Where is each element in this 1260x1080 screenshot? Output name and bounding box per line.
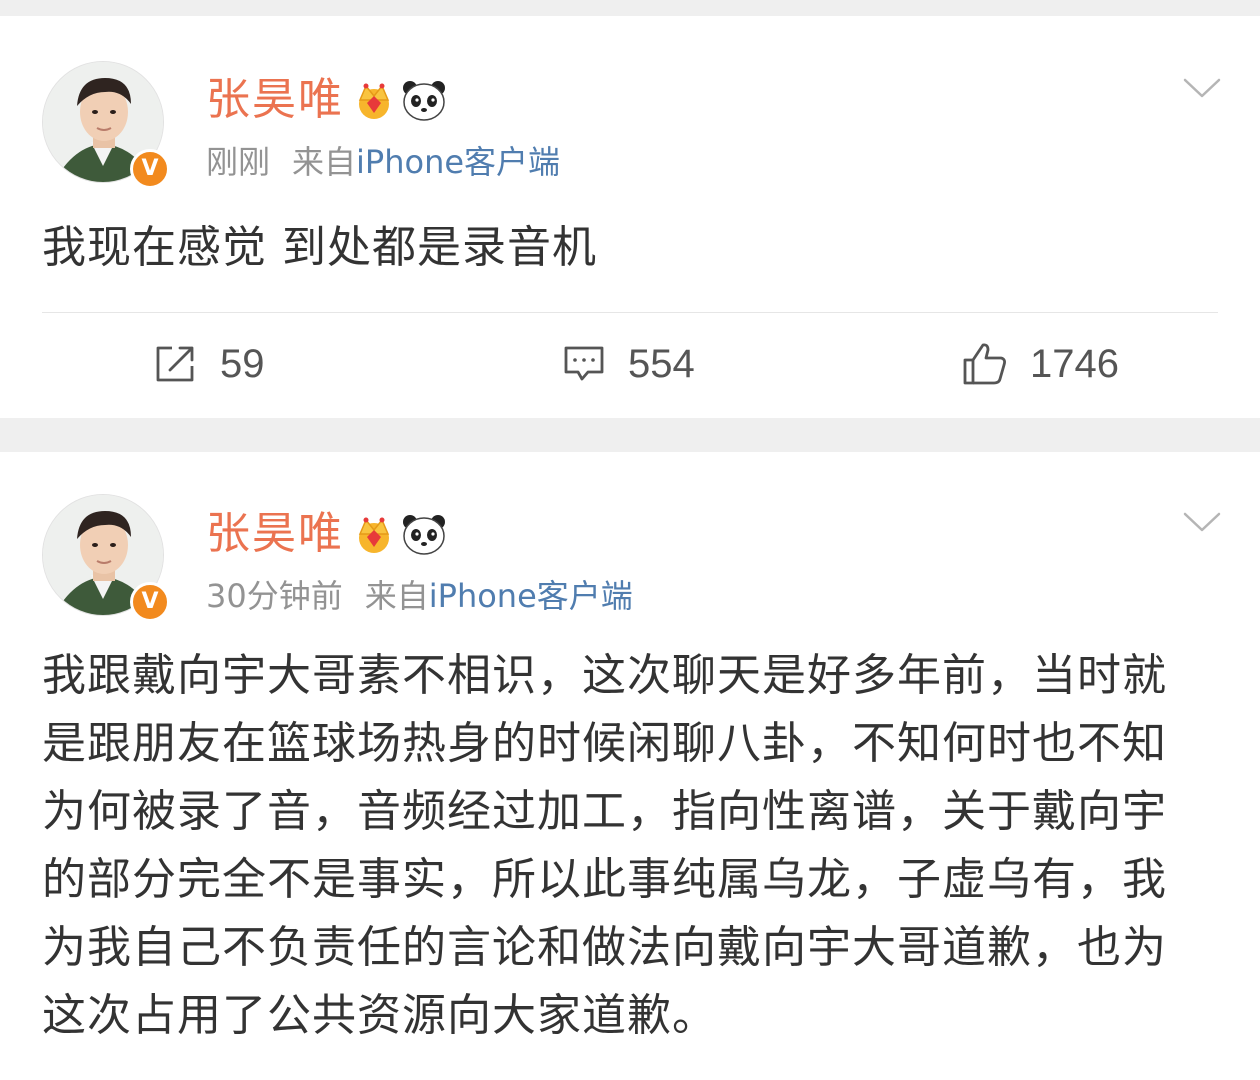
source-link[interactable]: iPhone客户端: [356, 143, 560, 181]
crown-icon: [358, 517, 390, 553]
post-card: V 张昊唯 30分钟前 来自iPhone客户端 我跟戴向宇大哥素不相识，这次聊天…: [0, 452, 1260, 1080]
author-name[interactable]: 张昊唯: [206, 74, 344, 126]
chevron-down-icon[interactable]: [1182, 76, 1222, 100]
post-text: 我跟戴向宇大哥素不相识，这次聊天是好多年前，当时就是跟朋友在篮球场热身的时候闲聊…: [42, 650, 1167, 1041]
like-icon: [963, 343, 1006, 385]
source-link[interactable]: iPhone客户端: [429, 577, 633, 615]
author-name[interactable]: 张昊唯: [206, 508, 344, 560]
action-bar: 59 554 1746: [0, 334, 1260, 394]
post-meta: 30分钟前 来自iPhone客户端: [206, 576, 633, 616]
source-prefix: 来自: [364, 577, 429, 615]
avatar[interactable]: V: [42, 61, 170, 189]
chevron-down-icon[interactable]: [1182, 510, 1222, 534]
avatar[interactable]: V: [42, 494, 170, 622]
post-meta: 刚刚 来自iPhone客户端: [206, 142, 560, 182]
divider: [42, 312, 1218, 313]
comment-button[interactable]: 554: [562, 334, 695, 394]
repost-icon: [156, 346, 194, 382]
panda-icon: [403, 81, 445, 121]
like-count: 1746: [1030, 341, 1119, 386]
verified-badge-icon: V: [130, 582, 170, 622]
post-time: 刚刚: [206, 143, 271, 181]
post-time: 30分钟前: [206, 577, 343, 615]
comment-icon: [564, 346, 604, 381]
repost-count: 59: [220, 341, 265, 386]
post-text: 我现在感觉 到处都是录音机: [42, 222, 597, 273]
crown-icon: [358, 83, 390, 119]
repost-button[interactable]: 59: [154, 334, 265, 394]
weibo-feed: V 张昊唯 刚刚 来自iPhone客户端 我现在感觉 到处都是录音机 59 55…: [0, 0, 1260, 1080]
panda-icon: [403, 515, 445, 555]
comment-count: 554: [628, 341, 695, 386]
source-prefix: 来自: [292, 143, 357, 181]
post-card: V 张昊唯 刚刚 来自iPhone客户端 我现在感觉 到处都是录音机 59 55…: [0, 16, 1260, 418]
name-badges: [358, 81, 445, 121]
name-badges: [358, 515, 445, 555]
like-button[interactable]: 1746: [962, 334, 1119, 394]
verified-badge-icon: V: [130, 149, 170, 189]
